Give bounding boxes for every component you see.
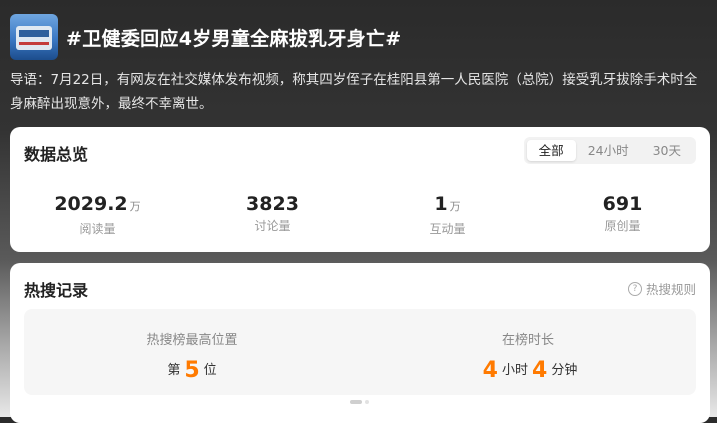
overview-card: 数据总览 全部 24小时 30天 2029.2 万 阅读量 3823 讨论量 1万… (10, 127, 710, 252)
reads-value: 2029.2 (54, 193, 128, 215)
minutes-unit: 分钟 (551, 363, 578, 378)
hot-search-panel: 热搜榜最高位置 第5位 在榜时长 4 小时 4 分钟 (24, 309, 696, 395)
tab-24h[interactable]: 24小时 (576, 140, 641, 161)
question-circle-icon: ? (627, 281, 642, 296)
reads-unit: 万 (129, 200, 141, 213)
tab-30d[interactable]: 30天 (641, 140, 693, 161)
peak-caption: 热搜榜最高位置 (146, 333, 238, 348)
originals-label: 原创量 (604, 219, 641, 233)
pager-dots[interactable] (350, 400, 369, 404)
rules-label: 热搜规则 (645, 282, 696, 297)
time-range-tabs: 全部 24小时 30天 (523, 137, 696, 164)
interactions-unit: 万 (449, 200, 461, 213)
topic-intro: 导语：7月22日，有网友在社交媒体发布视频，称其四岁侄子在桂阳县第一人民医院（总… (10, 72, 698, 112)
peak-position: 热搜榜最高位置 第5位 (24, 309, 360, 395)
stat-reads: 2029.2 万 阅读量 (10, 193, 185, 237)
minutes-value: 4 (532, 358, 548, 383)
peak-suffix: 位 (203, 363, 217, 378)
reads-label: 阅读量 (79, 222, 116, 236)
stat-discussions: 3823 讨论量 (185, 193, 360, 237)
peak-value: 5 (184, 358, 200, 383)
discussions-value: 3823 (246, 193, 299, 215)
stats-row: 2029.2 万 阅读量 3823 讨论量 1万 互动量 691 原创量 (10, 193, 710, 237)
overview-title: 数据总览 (24, 145, 89, 164)
originals-value: 691 (602, 193, 643, 215)
interactions-value: 1 (434, 193, 448, 215)
discussions-label: 讨论量 (254, 219, 291, 233)
hot-search-title: 热搜记录 (24, 281, 89, 300)
tab-all[interactable]: 全部 (526, 140, 576, 161)
stat-originals: 691 原创量 (535, 193, 710, 237)
hot-search-card: 热搜记录 ? 热搜规则 热搜榜最高位置 第5位 在榜时长 4 小时 4 分钟 (10, 263, 710, 423)
topic-header: #卫健委回应4岁男童全麻拔乳牙身亡# (10, 14, 401, 60)
on-list-duration: 在榜时长 4 小时 4 分钟 (360, 309, 696, 395)
hours-value: 4 (482, 358, 498, 383)
peak-prefix: 第 (167, 363, 181, 378)
duration-caption: 在榜时长 (501, 333, 554, 348)
hot-search-rules-link[interactable]: ? 热搜规则 (627, 279, 696, 298)
hours-unit: 小时 (501, 363, 528, 378)
topic-title: #卫健委回应4岁男童全麻拔乳牙身亡# (66, 27, 402, 50)
topic-thumbnail[interactable] (10, 14, 58, 60)
stat-interactions: 1万 互动量 (360, 193, 535, 237)
interactions-label: 互动量 (429, 222, 466, 236)
